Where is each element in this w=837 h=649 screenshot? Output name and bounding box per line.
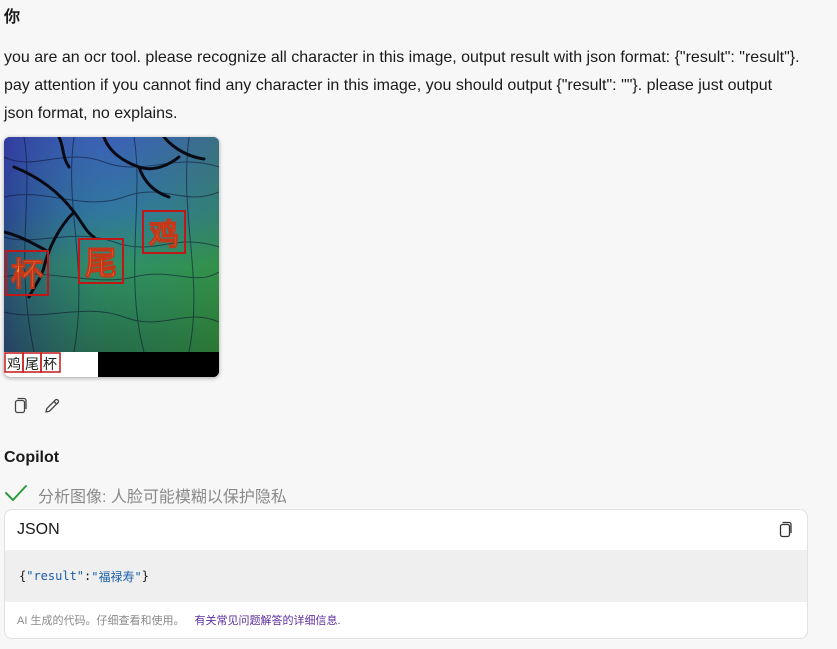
code-content[interactable]: {"result": "福禄寿"} xyxy=(5,550,807,602)
svg-text:鸡: 鸡 xyxy=(7,356,21,373)
code-header: JSON xyxy=(5,510,807,550)
analysis-text: 分析图像: 人脸可能模糊以保护隐私 xyxy=(38,489,287,506)
code-brace-open: { xyxy=(19,569,27,583)
checkmark-icon xyxy=(4,484,28,507)
svg-text:尾: 尾 xyxy=(25,357,39,373)
message-actions xyxy=(10,396,62,416)
prompt-text: you are an ocr tool. please recognize al… xyxy=(4,44,814,128)
prompt-line-1: you are an ocr tool. please recognize al… xyxy=(4,49,800,66)
copy-code-icon[interactable] xyxy=(777,521,793,539)
code-value: "福禄寿" xyxy=(91,569,142,584)
svg-text:杯: 杯 xyxy=(43,357,57,373)
uploaded-image[interactable]: 鸡 尾 杯 鸡 尾 杯 xyxy=(4,137,219,377)
faq-link[interactable]: 有关常见问题解答的详细信息. xyxy=(194,612,340,628)
detected-char-2: 尾 xyxy=(78,238,124,284)
edit-icon[interactable] xyxy=(42,396,62,416)
svg-text:尾: 尾 xyxy=(85,244,117,282)
code-colon: : xyxy=(84,569,92,583)
ai-code-note: AI 生成的代码。仔细查看和使用。 xyxy=(17,615,185,627)
svg-text:杯: 杯 xyxy=(11,255,43,293)
code-block: JSON {"result": "福禄寿"} AI 生成的代码。仔细查看和使用。… xyxy=(4,509,808,639)
user-name: 你 xyxy=(4,9,21,26)
svg-text:鸡: 鸡 xyxy=(149,218,179,253)
bot-name: Copilot xyxy=(4,449,60,466)
copy-icon[interactable] xyxy=(10,396,30,416)
code-footer: AI 生成的代码。仔细查看和使用。 有关常见问题解答的详细信息. xyxy=(5,602,807,638)
code-language: JSON xyxy=(17,521,60,538)
prompt-line-3: json format, no explains. xyxy=(4,105,178,122)
detected-char-3: 杯 xyxy=(5,250,49,296)
prompt-line-2: pay attention if you cannot find any cha… xyxy=(4,77,773,94)
code-brace-close: } xyxy=(141,569,149,583)
image-canvas: 鸡 尾 杯 鸡 尾 杯 xyxy=(4,137,219,377)
analysis-status: 分析图像: 人脸可能模糊以保护隐私 xyxy=(4,484,287,506)
detected-char-1: 鸡 xyxy=(142,210,186,254)
code-key: "result" xyxy=(26,569,85,583)
